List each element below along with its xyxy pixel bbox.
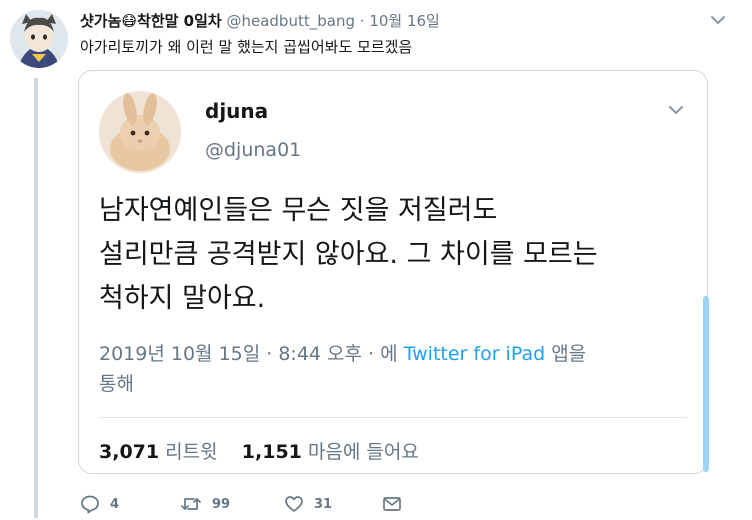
quoted-timestamp[interactable]: 2019년 10월 15일 · 8:44 오후 · 에: [99, 343, 398, 365]
like-action-count: 31: [314, 496, 333, 512]
client-suffix: 앱을: [551, 343, 587, 365]
raccoon-avatar-image: [10, 10, 68, 68]
like-label: 마음에 들어요: [307, 441, 419, 463]
reply-icon: [81, 495, 99, 514]
client-suffix-2: 통해: [99, 373, 134, 395]
user-avatar[interactable]: [10, 10, 68, 68]
user-handle[interactable]: @headbutt_bang: [226, 12, 354, 30]
reply-button[interactable]: 4: [80, 492, 119, 516]
like-stat[interactable]: 1,151 마음에 들어요: [242, 441, 419, 463]
quoted-text-line: 설리만큼 공격받지 않아요. 그 차이를 모르는: [99, 239, 598, 270]
quoted-text-line: 남자연예인들은 무슨 짓을 저질러도: [99, 195, 498, 226]
retweet-icon: [181, 498, 201, 510]
quoted-stats: 3,071 리트윗 1,151 마음에 들어요: [99, 437, 419, 464]
retweet-action-count: 99: [212, 496, 231, 512]
heart-icon: [285, 496, 303, 512]
quoted-avatar[interactable]: [99, 91, 181, 173]
retweet-label: 리트윗: [165, 441, 218, 463]
quoted-text-line: 척하지 말아요.: [99, 283, 266, 314]
retweet-count: 3,071: [99, 441, 160, 463]
reply-count: 4: [110, 496, 120, 512]
direct-message-button[interactable]: [382, 492, 402, 516]
scrollbar[interactable]: [703, 296, 709, 472]
retweet-stat[interactable]: 3,071 리트윗: [99, 441, 218, 463]
tweet-text: 아가리토끼가 왜 이런 말 했는지 곱씹어봐도 모르겠음: [80, 38, 413, 56]
quoted-tweet-text: 남자연예인들은 무슨 짓을 저질러도 설리만큼 공격받지 않아요. 그 차이를 …: [99, 189, 699, 321]
divider: [99, 417, 687, 418]
tweet-menu-chevron-icon[interactable]: [710, 12, 726, 28]
quoted-tweet-card[interactable]: djuna @djuna01 남자연예인들은 무슨 짓을 저질러도 설리만큼 공…: [78, 70, 709, 474]
like-button[interactable]: 31: [284, 492, 332, 516]
tweet-header: 샷가놈😷착한말 0일차 @headbutt_bang · 10월 16일: [80, 10, 732, 32]
display-name[interactable]: 샷가놈😷착한말 0일차: [80, 12, 222, 30]
quoted-timestamp-line: 2019년 10월 15일 · 8:44 오후 · 에 Twitter for …: [99, 339, 669, 399]
quoted-handle[interactable]: @djuna01: [205, 139, 301, 161]
separator-dot: ·: [359, 12, 365, 30]
like-count: 1,151: [241, 441, 302, 463]
envelope-icon: [383, 497, 401, 511]
tweet-date[interactable]: 10월 16일: [369, 12, 440, 30]
bunny-avatar-image: [99, 91, 181, 173]
client-link[interactable]: Twitter for iPad: [404, 343, 545, 365]
retweet-button[interactable]: 99: [180, 492, 230, 516]
quoted-menu-chevron-icon[interactable]: [667, 101, 685, 119]
tweet-actions: 4 99 31: [80, 492, 480, 516]
quoted-display-name[interactable]: djuna: [205, 99, 268, 123]
thread-line: [34, 78, 38, 518]
